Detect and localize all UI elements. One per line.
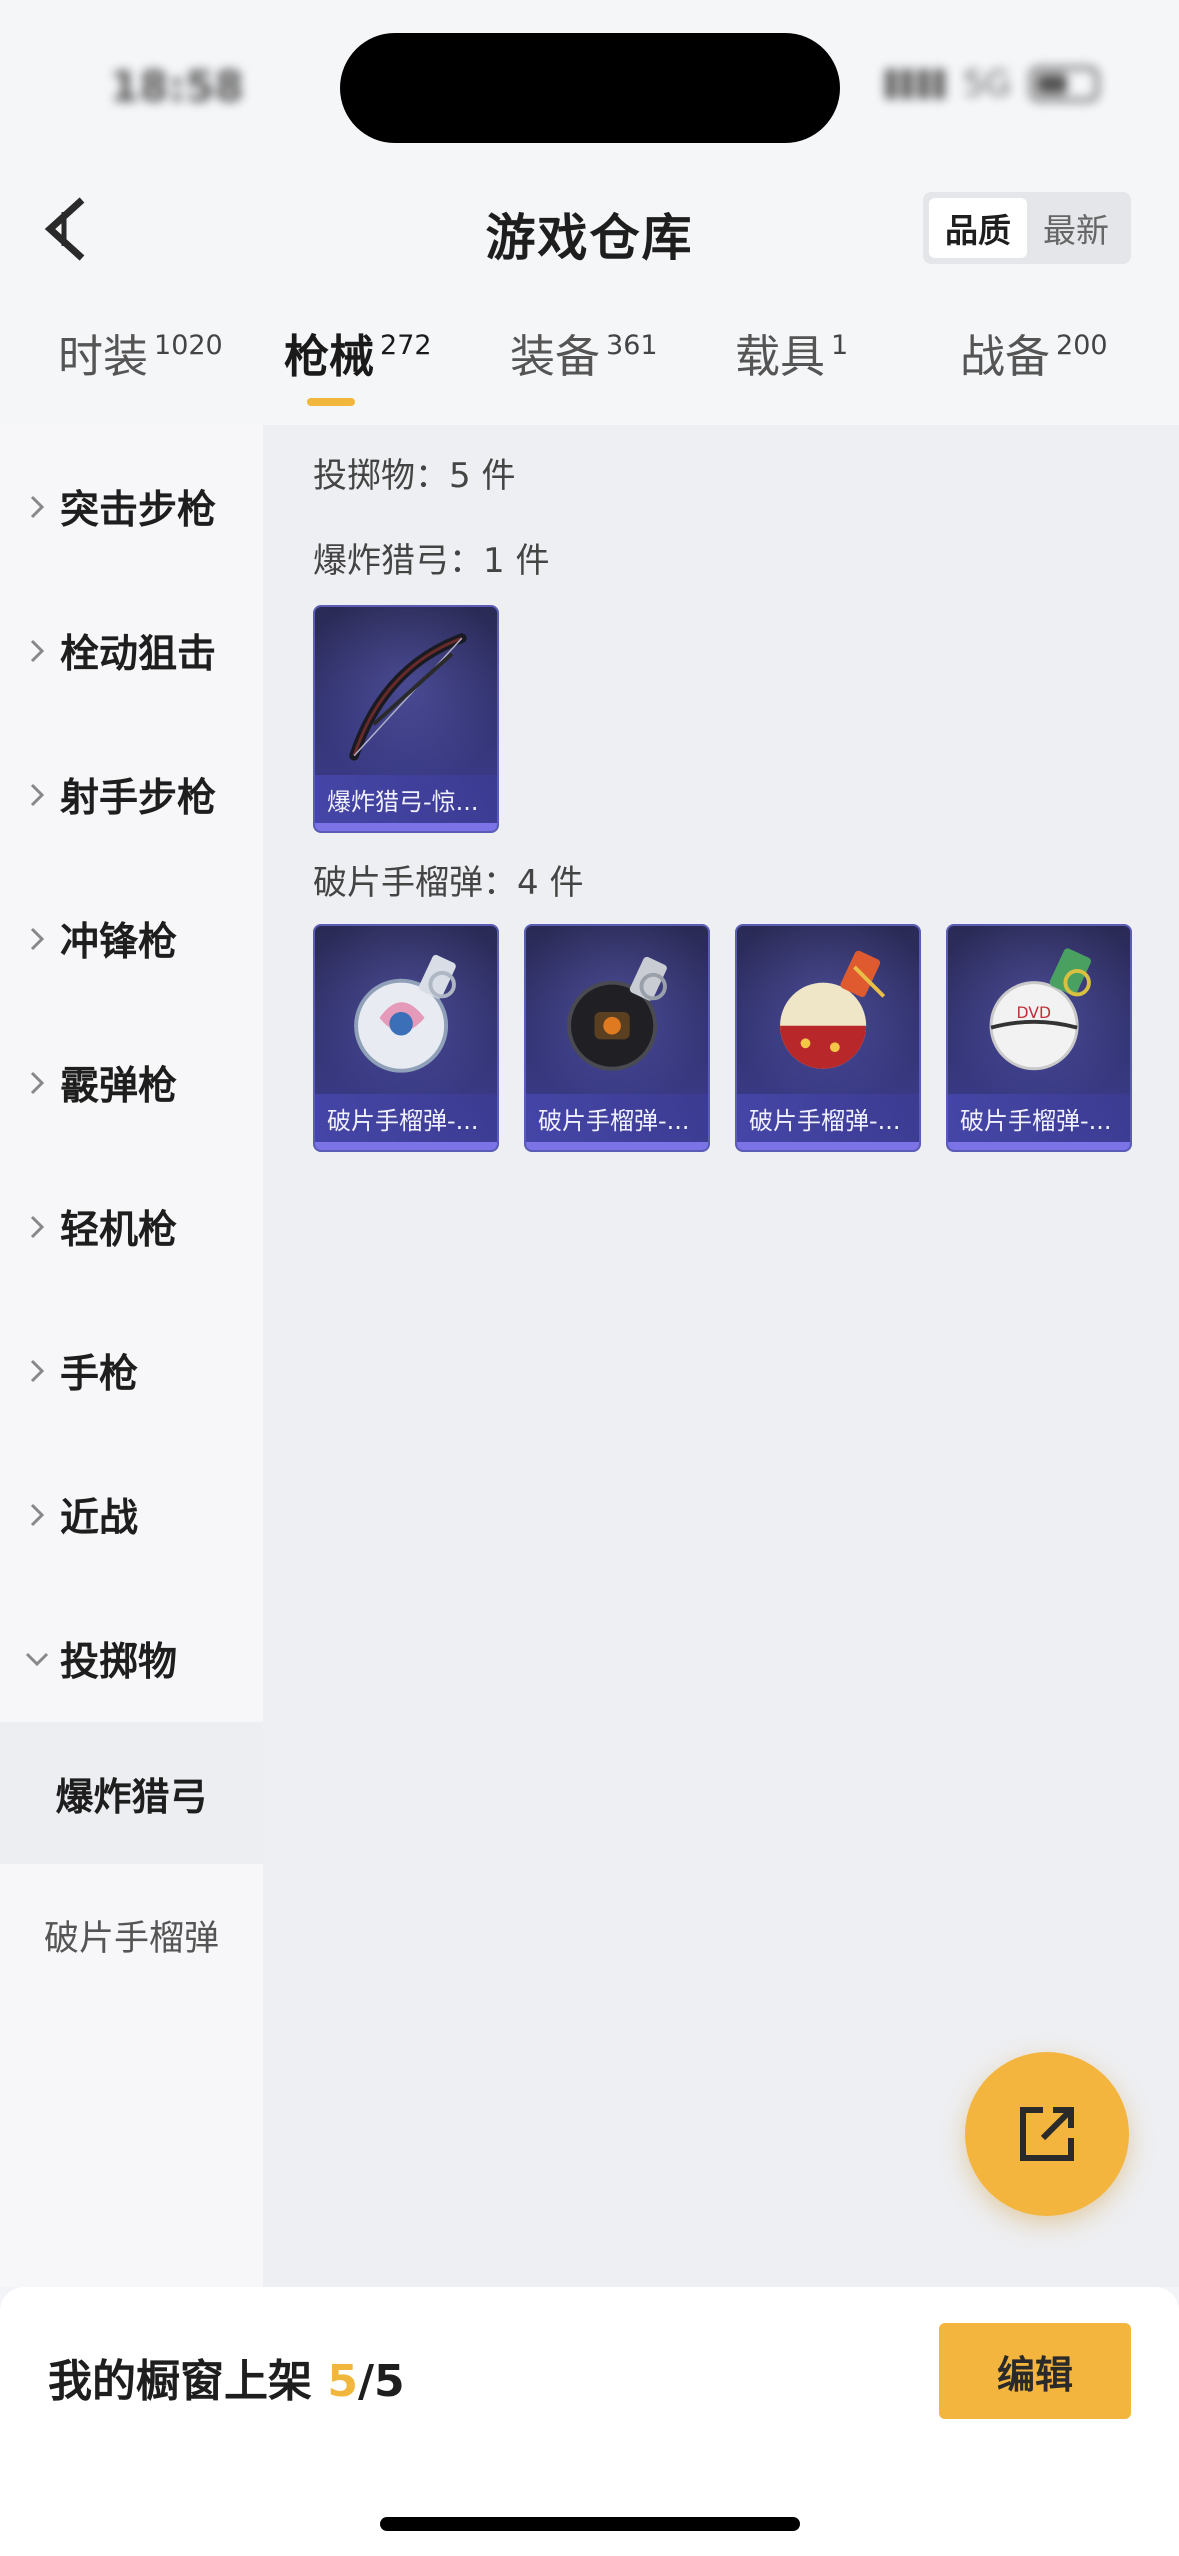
chevron-right-icon <box>22 638 52 664</box>
sidebar-item-shotgun[interactable]: 霰弹枪 <box>0 1013 263 1153</box>
item-list: 投掷物：5 件 爆炸猎弓：1 件 爆炸猎弓-惊... 破片手榴弹：4 件 破片手… <box>263 425 1179 2287</box>
grenade-icon: DVD <box>989 948 1092 1071</box>
chevron-down-icon <box>22 1651 52 1667</box>
battery-icon <box>1029 66 1099 102</box>
item-card[interactable]: 破片手榴弹-... <box>735 924 921 1152</box>
chevron-right-icon <box>22 494 52 520</box>
tab-count: 361 <box>606 330 658 361</box>
sort-latest-button[interactable]: 最新 <box>1027 198 1125 258</box>
item-card[interactable]: 爆炸猎弓-惊... <box>313 605 499 833</box>
showcase-shelf-status: 我的橱窗上架 5/5 <box>48 2345 405 2409</box>
tab-label: 时装 <box>58 330 149 383</box>
sidebar-subitem-label: 爆炸猎弓 <box>55 1774 208 1819</box>
sidebar-item-assault-rifle[interactable]: 突击步枪 <box>0 437 263 577</box>
share-button[interactable] <box>965 2052 1129 2216</box>
sidebar-item-label: 射手步枪 <box>60 776 217 821</box>
shelf-used-count: 5 <box>327 2356 358 2407</box>
sidebar-subitem-explosive-bow[interactable]: 爆炸猎弓 <box>0 1722 263 1864</box>
sidebar-item-label: 栓动狙击 <box>60 632 217 677</box>
chevron-right-icon <box>22 1070 52 1096</box>
shelf-label: 我的橱窗上架 <box>48 2356 312 2407</box>
bow-icon <box>349 633 467 761</box>
sidebar-item-label: 突击步枪 <box>60 488 217 533</box>
item-card[interactable]: DVD 破片手榴弹-... <box>946 924 1132 1152</box>
chevron-right-icon <box>22 1214 52 1240</box>
chevron-right-icon <box>22 926 52 952</box>
sidebar-item-label: 近战 <box>60 1496 139 1541</box>
chevron-right-icon <box>22 1502 52 1528</box>
rarity-bar <box>315 1142 497 1150</box>
sidebar-item-label: 手枪 <box>60 1352 139 1397</box>
tab-vehicles[interactable]: 载具 1 <box>735 320 848 385</box>
status-indicators: 5G <box>885 64 1099 104</box>
grenade-icon <box>354 954 456 1073</box>
sort-quality-button[interactable]: 品质 <box>929 198 1027 258</box>
svg-text:DVD: DVD <box>1016 1003 1051 1022</box>
tab-label: 战备 <box>960 330 1051 383</box>
network-label: 5G <box>963 64 1011 104</box>
chevron-right-icon <box>22 782 52 808</box>
item-card-name: 破片手榴弹-... <box>526 1094 708 1142</box>
category-tabs: 时装 1020 枪械 272 装备 361 载具 1 战备 200 <box>0 300 1179 425</box>
bottom-bar: 我的橱窗上架 5/5 编辑 <box>0 2287 1179 2556</box>
sidebar-item-label: 轻机枪 <box>60 1208 178 1253</box>
tab-label: 装备 <box>510 330 601 383</box>
tab-equipment[interactable]: 装备 361 <box>510 320 658 385</box>
sidebar-item-smg[interactable]: 冲锋枪 <box>0 869 263 1009</box>
edit-button[interactable]: 编辑 <box>939 2323 1131 2419</box>
item-card-name: 破片手榴弹-... <box>948 1094 1130 1142</box>
shelf-total-count: /5 <box>357 2356 405 2407</box>
item-card-name: 破片手榴弹-... <box>737 1094 919 1142</box>
sidebar-item-label: 霰弹枪 <box>60 1064 178 1109</box>
category-summary: 投掷物：5 件 <box>313 456 516 496</box>
tab-count: 272 <box>380 330 432 361</box>
item-card[interactable]: 破片手榴弹-... <box>524 924 710 1152</box>
sidebar-item-label: 冲锋枪 <box>60 920 178 965</box>
sidebar-subitem-label: 破片手榴弹 <box>43 1918 219 1959</box>
sidebar-subitem-frag-grenade[interactable]: 破片手榴弹 <box>0 1864 263 2006</box>
grenade-icon <box>780 950 886 1069</box>
sidebar-item-melee[interactable]: 近战 <box>0 1445 263 1585</box>
tab-combat-gear[interactable]: 战备 200 <box>960 320 1108 385</box>
status-time: 18:58 <box>110 62 244 111</box>
rarity-bar <box>737 1142 919 1150</box>
sidebar-item-label: 投掷物 <box>60 1640 178 1685</box>
tab-count: 1020 <box>154 330 223 361</box>
rarity-bar <box>948 1142 1130 1150</box>
header: 游戏仓库 品质 最新 <box>0 150 1179 300</box>
group-label-frag-grenade: 破片手榴弹：4 件 <box>313 863 584 903</box>
group-label-explosive-bow: 爆炸猎弓：1 件 <box>313 541 550 581</box>
sidebar-item-bolt-sniper[interactable]: 栓动狙击 <box>0 581 263 721</box>
item-card-name: 爆炸猎弓-惊... <box>315 775 497 823</box>
share-icon <box>1020 2107 1074 2161</box>
sidebar-item-pistol[interactable]: 手枪 <box>0 1301 263 1441</box>
item-card[interactable]: 破片手榴弹-... <box>313 924 499 1152</box>
tab-count: 1 <box>831 330 849 361</box>
item-card-name: 破片手榴弹-... <box>315 1094 497 1142</box>
tab-label: 枪械 <box>284 330 375 383</box>
sidebar-item-lmg[interactable]: 轻机枪 <box>0 1157 263 1297</box>
active-tab-indicator <box>307 398 355 406</box>
sort-toggle: 品质 最新 <box>923 192 1131 264</box>
sidebar-item-marksman-rifle[interactable]: 射手步枪 <box>0 725 263 865</box>
signal-icon <box>885 69 946 99</box>
dynamic-island <box>340 33 840 143</box>
sidebar-item-throwables[interactable]: 投掷物 <box>0 1589 263 1729</box>
tab-fashion[interactable]: 时装 1020 <box>58 320 223 385</box>
sidebar: 突击步枪 栓动狙击 射手步枪 冲锋枪 霰弹枪 轻机枪 手枪 近战 投掷物 爆炸猎… <box>0 425 263 2287</box>
rarity-bar <box>315 823 497 831</box>
status-bar: 18:58 5G <box>0 0 1179 150</box>
chevron-right-icon <box>22 1358 52 1384</box>
tab-label: 载具 <box>735 330 826 383</box>
rarity-bar <box>526 1142 708 1150</box>
tab-count: 200 <box>1056 330 1108 361</box>
home-indicator <box>380 2517 800 2531</box>
tab-firearms[interactable]: 枪械 272 <box>284 320 432 385</box>
grenade-icon <box>567 956 667 1071</box>
